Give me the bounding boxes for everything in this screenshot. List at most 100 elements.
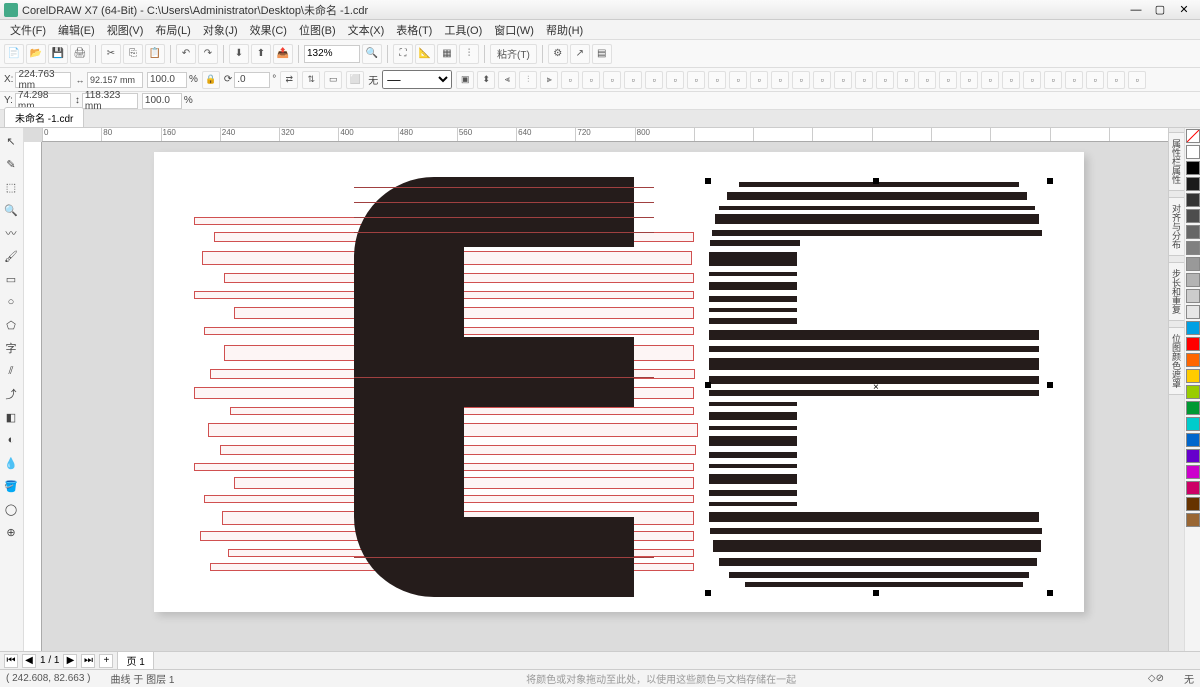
tb12[interactable]: ▫ [792,71,810,89]
color-swatch[interactable] [1186,289,1200,303]
transparency-tool[interactable]: ◐ [0,429,22,451]
tb10[interactable]: ▫ [750,71,768,89]
tb8[interactable]: ▫ [708,71,726,89]
selection-handle-ne[interactable] [1047,178,1053,184]
tb26[interactable]: ▫ [1086,71,1104,89]
color-swatch[interactable] [1186,321,1200,335]
polygon-tool[interactable]: ⬠ [0,314,22,336]
color-swatch[interactable] [1186,241,1200,255]
color-swatch[interactable] [1186,273,1200,287]
outline-tool[interactable]: ◯ [0,498,22,520]
tb6[interactable]: ▫ [666,71,684,89]
open-button[interactable]: 📂 [26,44,46,64]
pick-tool[interactable]: ↖ [0,130,22,152]
vertical-ruler[interactable] [24,142,42,651]
ellipse-tool[interactable]: ○ [0,291,22,313]
color-swatch[interactable] [1186,417,1200,431]
launch-button[interactable]: ↗ [570,44,590,64]
menu-tool[interactable]: 工具(O) [438,20,488,40]
color-swatch[interactable] [1186,305,1200,319]
tb4[interactable]: ▫ [624,71,642,89]
color-swatch[interactable] [1186,193,1200,207]
undo-button[interactable]: ↶ [176,44,196,64]
artwork-e-left[interactable] [194,177,769,597]
freehand-tool[interactable]: 〰 [0,222,22,244]
menu-edit[interactable]: 编辑(E) [52,20,101,40]
rectangle-tool[interactable]: ▭ [0,268,22,290]
close-button[interactable]: ✕ [1172,2,1196,18]
parallel-tool[interactable]: ⫽ [0,360,22,382]
color-swatch[interactable] [1186,145,1200,159]
color-swatch[interactable] [1186,513,1200,527]
selection-handle-w[interactable] [705,382,711,388]
artwork-e-right-selected[interactable]: × [709,182,1049,592]
canvas[interactable]: 080160240320400480560640720800 [24,128,1168,651]
color-swatch[interactable] [1186,401,1200,415]
app-button[interactable]: ▤ [592,44,612,64]
grid-button[interactable]: ▦ [437,44,457,64]
docker-align[interactable]: 对齐与分布 [1168,197,1185,256]
align-center-button[interactable]: ⫶ [519,71,537,89]
order-button[interactable]: ⬍ [477,71,495,89]
tb25[interactable]: ▫ [1065,71,1083,89]
page-add[interactable]: + [99,654,113,668]
color-swatch[interactable] [1186,225,1200,239]
tb1[interactable]: ▫ [561,71,579,89]
minimize-button[interactable]: — [1124,2,1148,18]
menu-text[interactable]: 文本(X) [342,20,391,40]
tb28[interactable]: ▫ [1128,71,1146,89]
shape-tool[interactable]: ✎ [0,153,22,175]
color-swatch[interactable] [1186,497,1200,511]
cut-button[interactable]: ✂ [101,44,121,64]
import-button[interactable]: ⬇ [229,44,249,64]
export-button[interactable]: ⬆ [251,44,271,64]
tb5[interactable]: ▫ [645,71,663,89]
fill-indicator[interactable]: ⬜ [346,71,364,89]
color-swatch[interactable] [1186,353,1200,367]
color-swatch[interactable] [1186,177,1200,191]
width-value[interactable]: 92.157 mm [87,72,143,88]
publish-button[interactable]: 📤 [273,44,293,64]
tb19[interactable]: ▫ [939,71,957,89]
menu-layout[interactable]: 布局(L) [149,20,196,40]
color-swatch[interactable] [1186,161,1200,175]
color-swatch[interactable] [1186,481,1200,495]
menu-effect[interactable]: 效果(C) [244,20,293,40]
tb7[interactable]: ▫ [687,71,705,89]
menu-view[interactable]: 视图(V) [101,20,150,40]
tb21[interactable]: ▫ [981,71,999,89]
text-tool[interactable]: 字 [0,337,22,359]
color-swatch[interactable] [1186,385,1200,399]
menu-table[interactable]: 表格(T) [390,20,438,40]
document-tab[interactable]: 未命名 -1.cdr [4,107,84,127]
tb17[interactable]: ▫ [897,71,915,89]
color-swatch[interactable] [1186,209,1200,223]
paste-button[interactable]: 📋 [145,44,165,64]
color-swatch[interactable] [1186,337,1200,351]
page-first[interactable]: ⏮ [4,654,18,668]
docker-step[interactable]: 步长和重复 [1168,262,1185,321]
fullscreen-button[interactable]: ⛶ [393,44,413,64]
tb22[interactable]: ▫ [1002,71,1020,89]
selection-handle-se[interactable] [1047,590,1053,596]
lock-ratio-button[interactable]: 🔒 [202,71,220,89]
zoom-tool[interactable]: 🔍 [0,199,22,221]
selection-handle-nw[interactable] [705,178,711,184]
selection-center[interactable]: × [873,382,879,393]
menu-object[interactable]: 对象(J) [197,20,244,40]
print-button[interactable]: 🖨 [70,44,90,64]
page-last[interactable]: ⏭ [81,654,95,668]
tb15[interactable]: ▫ [855,71,873,89]
tb18[interactable]: ▫ [918,71,936,89]
wrap-button[interactable]: ▣ [456,71,474,89]
new-button[interactable]: 📄 [4,44,24,64]
rotation-value[interactable]: .0 [234,72,270,88]
outline-width[interactable]: — [382,70,452,89]
color-swatch[interactable] [1186,257,1200,271]
mirror-v-button[interactable]: ⇅ [302,71,320,89]
snap-dropdown[interactable]: 粘齐(T) [490,44,537,64]
align-left-button[interactable]: ⫷ [498,71,516,89]
color-swatch[interactable] [1186,369,1200,383]
rulers-button[interactable]: 📐 [415,44,435,64]
docker-bitmap-mask[interactable]: 位图颜色遮罩 [1168,327,1185,395]
